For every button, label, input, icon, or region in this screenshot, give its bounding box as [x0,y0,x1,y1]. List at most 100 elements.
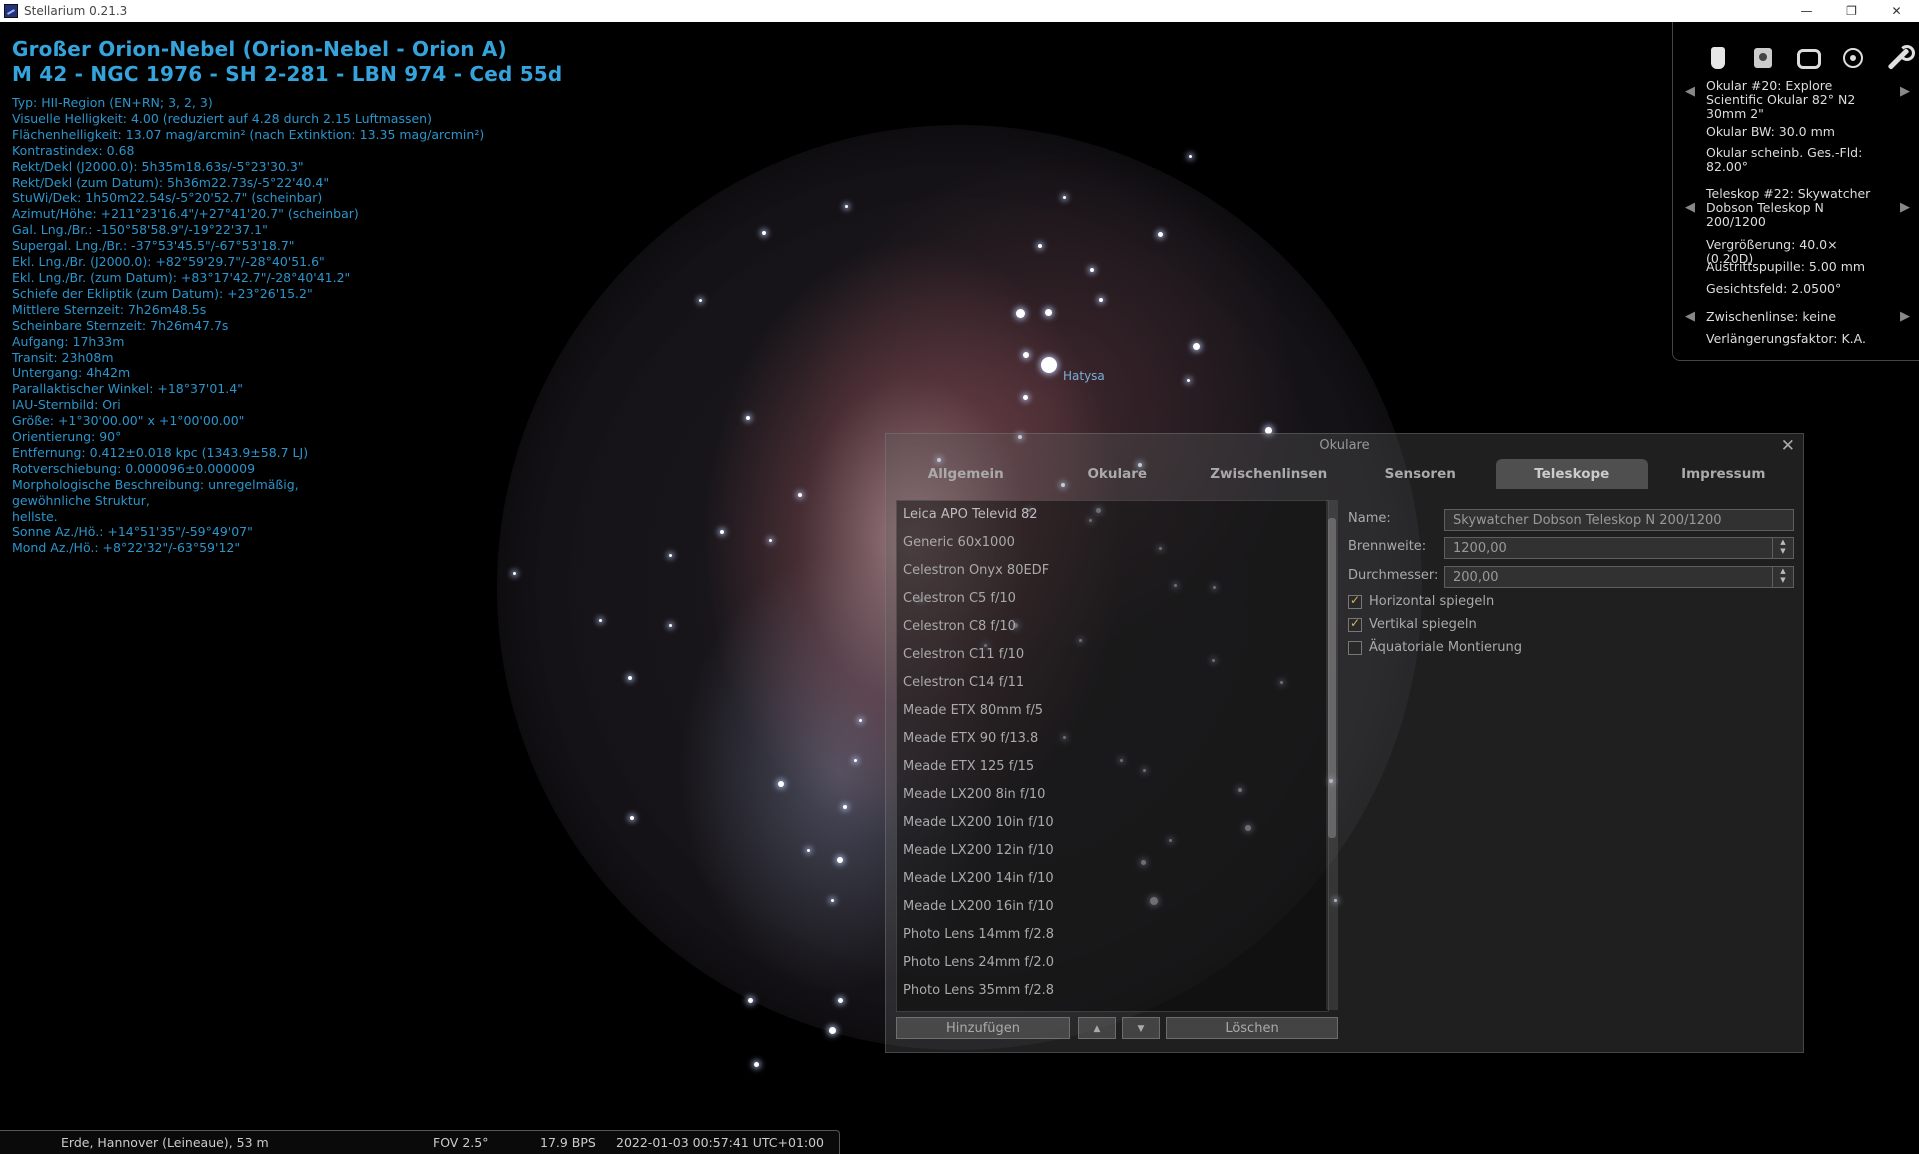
telescope-list-item[interactable]: Celestron C11 f/10 [897,641,1328,669]
close-window-button[interactable]: ✕ [1874,0,1919,22]
star[interactable] [768,538,772,542]
star[interactable] [720,530,724,534]
location-readout[interactable]: Erde, Hannover (Leineaue), 53 m [61,1135,269,1150]
star[interactable] [668,623,672,627]
star[interactable] [844,204,848,208]
star[interactable] [1157,231,1163,237]
star[interactable] [628,676,632,680]
telescope-list-item[interactable]: Meade LX200 8in f/10 [897,781,1328,809]
telescope-list-item[interactable]: Celestron C8 f/10 [897,613,1328,641]
move-up-button[interactable]: ▲ [1078,1017,1116,1039]
star[interactable] [1038,244,1042,248]
move-down-button[interactable]: ▼ [1122,1017,1160,1039]
tab-zwischenlinsen[interactable]: Zwischenlinsen [1193,459,1345,489]
focal-length-spinner[interactable]: ▲ ▼ [1772,538,1793,558]
star[interactable] [1186,378,1190,382]
dialog-title[interactable]: Okulare [886,434,1803,458]
star[interactable] [698,298,702,302]
prev-telescope-arrow-icon[interactable]: ◀ [1685,200,1695,215]
star[interactable] [1090,268,1094,272]
telescope-list-item[interactable]: Meade LX200 10in f/10 [897,809,1328,837]
star[interactable] [1192,342,1200,350]
tab-sensoren[interactable]: Sensoren [1345,459,1497,489]
delete-telescope-button[interactable]: Löschen [1166,1017,1338,1039]
star[interactable] [837,997,843,1003]
telescope-list-item[interactable]: Generic 60x1000 [897,529,1328,557]
next-telescope-arrow-icon[interactable]: ▶ [1900,200,1910,215]
telescope-list-item[interactable]: Celestron C5 f/10 [897,585,1328,613]
star[interactable] [1041,357,1057,373]
info-line: Typ: HII-Region (EN+RN; 3, 2, 3) [12,95,213,110]
star-label-hatysa[interactable]: Hatysa [1063,369,1105,383]
tab-okulare[interactable]: Okulare [1042,459,1194,489]
star[interactable] [1022,394,1028,400]
next-lens-arrow-icon[interactable]: ▶ [1900,309,1910,324]
star[interactable] [1099,298,1103,302]
telescope-list-item[interactable]: Leica APO Televid 82 [897,501,1328,529]
next-ocular-arrow-icon[interactable]: ▶ [1900,84,1910,99]
info-line: hellste. [12,508,58,524]
star[interactable] [747,997,753,1003]
vertical-flip-checkbox[interactable]: Vertikal spiegeln [1348,616,1477,632]
telescope-list-item[interactable]: Photo Lens 24mm f/2.0 [897,949,1328,977]
star[interactable] [598,618,602,622]
tab-teleskope[interactable]: Teleskope [1496,459,1648,489]
star[interactable] [762,231,766,235]
star[interactable] [843,805,847,809]
star[interactable] [837,857,843,863]
horizontal-flip-box[interactable] [1348,593,1362,609]
telescope-list-item[interactable]: Meade LX200 14in f/10 [897,865,1328,893]
close-dialog-icon[interactable]: ✕ [1781,436,1795,456]
horizontal-flip-checkbox[interactable]: Horizontal spiegeln [1348,593,1494,609]
star[interactable] [1023,352,1029,358]
target-icon[interactable] [1840,45,1866,71]
telescope-list[interactable]: Leica APO Televid 82 Generic 60x1000 Celes… [896,500,1329,1012]
star[interactable] [806,848,810,852]
datetime-readout[interactable]: 2022-01-03 00:57:41 UTC+01:00 [616,1135,824,1150]
star[interactable] [668,553,672,557]
prev-lens-arrow-icon[interactable]: ◀ [1685,309,1695,324]
scrollbar-thumb[interactable] [1328,518,1336,838]
star[interactable] [1188,154,1192,158]
telescope-list-scrollbar[interactable] [1326,500,1338,1010]
telescope-list-item[interactable]: Meade ETX 90 f/13.8 [897,725,1328,753]
star[interactable] [1015,308,1025,318]
sensor-icon[interactable] [1750,45,1776,71]
telescope-list-item[interactable]: Celestron Onyx 80EDF [897,557,1328,585]
telescope-list-item[interactable]: Meade LX200 12in f/10 [897,837,1328,865]
star[interactable] [630,816,634,820]
star[interactable] [830,898,834,902]
wrench-icon[interactable] [1885,45,1915,71]
star[interactable] [746,416,750,420]
telescope-list-item[interactable]: Meade ETX 80mm f/5 [897,697,1328,725]
telescope-list-item[interactable]: Photo Lens 14mm f/2.8 [897,921,1328,949]
star[interactable] [828,1026,836,1034]
maximize-button[interactable]: ❐ [1829,0,1874,22]
tab-impressum[interactable]: Impressum [1648,459,1800,489]
prev-ocular-arrow-icon[interactable]: ◀ [1685,84,1695,99]
star[interactable] [512,571,516,575]
star[interactable] [853,758,857,762]
vertical-flip-box[interactable] [1348,616,1362,632]
tab-allgemein[interactable]: Allgemein [890,459,1042,489]
star[interactable] [778,781,784,787]
telescope-list-item[interactable]: Meade ETX 125 f/15 [897,753,1328,781]
equatorial-mount-checkbox[interactable]: Äquatoriale Montierung [1348,640,1522,655]
star[interactable] [1062,195,1066,199]
diameter-field[interactable]: 200,00 ▲ ▼ [1444,566,1794,588]
frame-icon[interactable] [1795,45,1821,71]
telescope-list-item[interactable]: Meade LX200 16in f/10 [897,893,1328,921]
telescope-list-item[interactable]: Photo Lens 35mm f/2.8 [897,977,1328,1005]
focal-length-field[interactable]: 1200,00 ▲ ▼ [1444,537,1794,559]
name-field[interactable]: Skywatcher Dobson Teleskop N 200/1200 [1444,509,1794,531]
star[interactable] [798,493,802,497]
add-telescope-button[interactable]: Hinzufügen [896,1017,1070,1039]
telescope-list-item[interactable]: Celestron C14 f/11 [897,669,1328,697]
star[interactable] [1044,308,1052,316]
minimize-button[interactable]: — [1784,0,1829,22]
eyepiece-icon[interactable] [1705,45,1731,71]
star[interactable] [858,718,862,722]
diameter-spinner[interactable]: ▲ ▼ [1772,567,1793,587]
equatorial-mount-box[interactable] [1348,640,1362,655]
star[interactable] [753,1061,759,1067]
